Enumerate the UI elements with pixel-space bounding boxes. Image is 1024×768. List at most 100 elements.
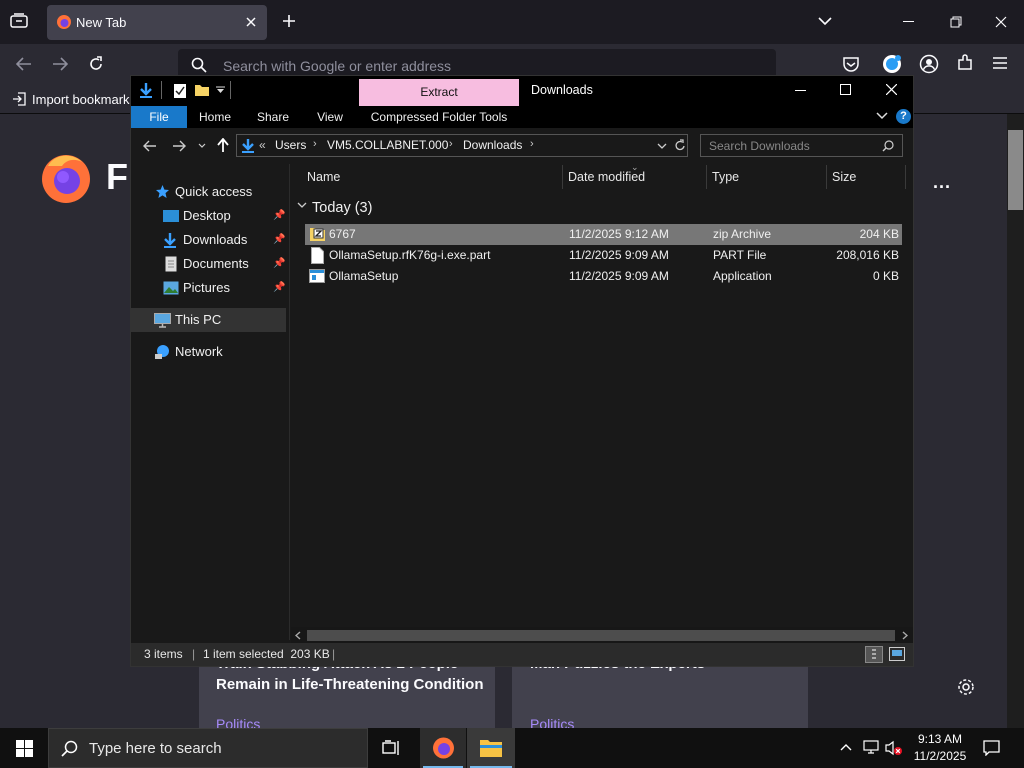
details-view-icon[interactable] [865, 646, 883, 663]
task-view-icon[interactable] [382, 739, 401, 757]
address-bar[interactable]: « Users › VM5.COLLABNET.000 › Downloads … [236, 134, 688, 157]
new-tab-icon[interactable] [282, 14, 296, 28]
column-divider[interactable] [905, 165, 906, 189]
settings-gear-icon[interactable] [957, 678, 975, 696]
list-all-tabs-icon[interactable] [818, 16, 832, 26]
file-name: OllamaSetup [329, 269, 399, 283]
scrollbar-thumb[interactable] [1008, 130, 1023, 210]
notification-center-icon[interactable] [983, 740, 1000, 756]
scrollbar-thumb[interactable] [307, 630, 895, 641]
breadcrumb-downloads[interactable]: Downloads [463, 138, 522, 152]
tab-compressed-folder-tools[interactable]: Compressed Folder Tools [359, 106, 519, 128]
breadcrumb-users[interactable]: Users [275, 138, 306, 152]
recent-locations-icon[interactable] [198, 143, 206, 149]
pin-icon[interactable]: 📌 [273, 252, 285, 276]
help-icon[interactable]: ? [896, 109, 911, 124]
column-header-size[interactable]: Size [832, 165, 856, 189]
breadcrumb-overflow[interactable]: « [259, 138, 266, 152]
nav-this-pc[interactable]: This PC [131, 308, 286, 332]
network-status-icon[interactable] [863, 740, 879, 754]
forward-icon[interactable] [172, 140, 186, 152]
file-date: 11/2/2025 9:09 AM [569, 269, 669, 283]
forward-icon[interactable] [52, 57, 68, 71]
nav-documents[interactable]: Documents 📌 [131, 252, 289, 276]
column-header-type[interactable]: Type [712, 165, 739, 189]
tab-share[interactable]: Share [249, 106, 297, 128]
status-separator: | [332, 647, 336, 661]
table-row[interactable]: OllamaSetup 11/2/2025 9:09 AM Applicatio… [305, 266, 902, 287]
nav-label: Quick access [175, 184, 253, 199]
nav-pictures[interactable]: Pictures 📌 [131, 276, 289, 300]
taskbar-file-explorer-button[interactable] [467, 728, 515, 768]
new-folder-icon[interactable] [194, 83, 210, 97]
import-icon [12, 92, 26, 106]
close-tab-icon[interactable] [245, 16, 257, 28]
close-window-icon[interactable] [886, 84, 897, 95]
browser-tab[interactable]: New Tab [47, 5, 267, 40]
pin-icon[interactable]: 📌 [273, 228, 285, 252]
table-row[interactable]: OllamaSetup.rfK76g-i.exe.part 11/2/2025 … [305, 245, 902, 266]
tab-home[interactable]: Home [191, 106, 239, 128]
breadcrumb-user-folder[interactable]: VM5.COLLABNET.000 [327, 138, 448, 152]
windows-start-icon[interactable] [16, 740, 33, 757]
tab-list-icon[interactable] [10, 13, 28, 29]
window-title: Downloads [531, 83, 593, 97]
import-bookmarks-link[interactable]: Import bookmarks [32, 92, 136, 107]
restore-icon[interactable] [950, 16, 962, 28]
volume-muted-icon[interactable] [885, 740, 903, 756]
nav-downloads[interactable]: Downloads 📌 [131, 228, 289, 252]
back-icon[interactable] [143, 140, 157, 152]
expand-ribbon-icon[interactable] [876, 112, 888, 120]
large-icons-view-icon[interactable] [889, 647, 905, 661]
properties-check-icon[interactable] [173, 83, 187, 99]
nav-label: Desktop [183, 208, 231, 223]
column-divider[interactable] [706, 165, 707, 189]
back-icon[interactable] [16, 57, 32, 71]
column-divider[interactable] [826, 165, 827, 189]
clock[interactable]: 9:13 AM 11/2/2025 [910, 731, 970, 765]
more-menu-button[interactable]: ... [933, 172, 951, 193]
table-row[interactable]: 6767 11/2/2025 9:12 AM zip Archive 204 K… [305, 224, 902, 245]
search-placeholder: Search Downloads [709, 139, 810, 153]
taskbar-search-box[interactable]: Type here to search [48, 728, 368, 768]
extensions-icon[interactable] [956, 54, 974, 72]
show-hidden-icons-icon[interactable] [840, 743, 852, 751]
reload-icon[interactable] [88, 56, 104, 72]
vpn-extension-icon[interactable] [882, 54, 902, 74]
tab-file[interactable]: File [131, 106, 187, 128]
search-downloads-field[interactable]: Search Downloads [700, 134, 903, 157]
column-divider[interactable] [562, 165, 563, 189]
nav-label: Network [175, 344, 223, 359]
pin-icon[interactable]: 📌 [273, 204, 285, 228]
horizontal-scrollbar[interactable] [291, 627, 913, 644]
group-header-today[interactable]: Today (3) [312, 200, 372, 216]
address-dropdown-icon[interactable] [657, 143, 667, 150]
hamburger-menu-icon[interactable] [993, 57, 1007, 69]
page-scrollbar[interactable] [1007, 114, 1024, 728]
quick-access-dropdown-icon[interactable] [216, 86, 225, 94]
group-collapse-icon[interactable] [297, 202, 307, 209]
refresh-icon[interactable] [674, 139, 686, 152]
nav-network[interactable]: Network [131, 340, 289, 364]
scroll-right-icon[interactable] [902, 631, 908, 640]
file-type: PART File [713, 248, 767, 262]
search-icon [191, 57, 207, 73]
close-window-icon[interactable] [995, 16, 1007, 28]
minimize-icon[interactable] [795, 90, 806, 91]
pin-icon[interactable]: 📌 [273, 276, 285, 300]
file-size: 208,016 KB [836, 248, 899, 262]
minimize-icon[interactable] [903, 21, 914, 22]
column-header-name[interactable]: Name [307, 165, 340, 189]
up-arrow-icon[interactable] [217, 138, 229, 152]
taskbar-firefox-button[interactable] [420, 728, 466, 768]
clock-time: 9:13 AM [917, 732, 963, 746]
nav-quick-access[interactable]: Quick access [131, 180, 289, 204]
blank-file-icon [311, 247, 324, 264]
scroll-left-icon[interactable] [295, 631, 301, 640]
column-header-date[interactable]: Date modified [568, 165, 645, 189]
pocket-icon[interactable] [842, 55, 860, 73]
maximize-icon[interactable] [840, 84, 851, 95]
nav-desktop[interactable]: Desktop 📌 [131, 204, 289, 228]
tab-view[interactable]: View [306, 106, 354, 128]
account-icon[interactable] [919, 54, 939, 74]
